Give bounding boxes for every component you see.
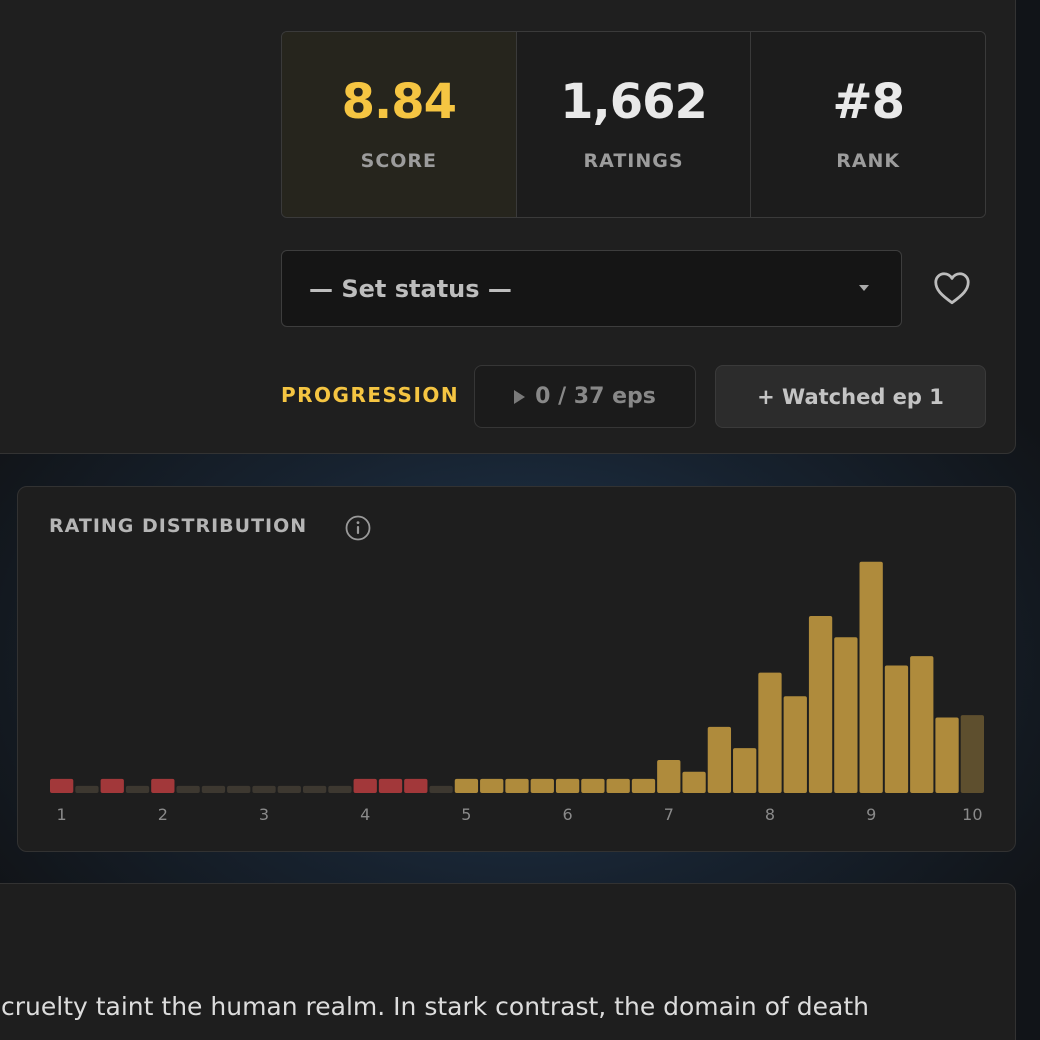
- distribution-bar: [75, 785, 99, 793]
- distribution-bar: [783, 696, 807, 793]
- rank-value: #8: [832, 73, 905, 130]
- distribution-bar: [884, 665, 909, 793]
- distribution-bar: [530, 778, 554, 793]
- score-value: 8.84: [341, 73, 457, 130]
- x-tick-label: 4: [360, 805, 370, 824]
- distribution-bar: [151, 778, 175, 793]
- distribution-bar: [606, 778, 630, 793]
- distribution-bar: [682, 771, 706, 793]
- rating-distribution-panel: RATING DISTRIBUTION 1 2 3 4 5 6 7 8 9 10: [17, 486, 1016, 852]
- distribution-bar: [227, 785, 251, 793]
- distribution-bar: [201, 785, 226, 793]
- distribution-bar: [808, 616, 833, 793]
- distribution-bar: [834, 637, 858, 793]
- x-tick-label: 6: [563, 805, 573, 824]
- distribution-bar: [404, 778, 428, 793]
- distribution-bar: [555, 778, 580, 793]
- episodes-button[interactable]: 0 / 37 eps: [474, 365, 696, 428]
- distribution-bar: [252, 785, 276, 793]
- distribution-bar: [353, 778, 377, 793]
- distribution-bar: [100, 778, 124, 793]
- distribution-bar: [960, 715, 984, 793]
- distribution-bar: [935, 717, 959, 793]
- progression-label: PROGRESSION: [281, 383, 460, 407]
- x-tick-label: 3: [259, 805, 269, 824]
- episodes-count: 0 / 37 eps: [535, 384, 656, 409]
- x-tick-label: 1: [57, 805, 67, 824]
- distribution-bar: [50, 778, 74, 793]
- distribution-bar: [733, 748, 757, 793]
- distribution-bar: [480, 778, 504, 793]
- ratings-value: 1,662: [560, 73, 708, 130]
- distribution-bar: [859, 561, 883, 793]
- distribution-bar: [454, 778, 479, 793]
- x-tick-label: 7: [664, 805, 674, 824]
- distribution-bar: [657, 759, 681, 793]
- stats-row: 8.84 SCORE 1,662 RATINGS #8 RANK: [281, 31, 986, 218]
- status-select[interactable]: — Set status —: [281, 250, 902, 327]
- ratings-stat: 1,662 RATINGS: [515, 32, 751, 217]
- distribution-bar: [505, 778, 529, 793]
- heart-icon[interactable]: [933, 271, 971, 305]
- distribution-bar: [707, 726, 732, 793]
- x-tick-label: 8: [765, 805, 775, 824]
- description-text: cruelty taint the human realm. In stark …: [1, 992, 869, 1021]
- rank-stat: #8 RANK: [750, 32, 985, 217]
- x-tick-label: 9: [866, 805, 876, 824]
- score-stat: 8.84 SCORE: [282, 32, 516, 217]
- distribution-bar: [125, 785, 150, 793]
- rank-label: RANK: [836, 149, 901, 172]
- distribution-bar: [581, 778, 605, 793]
- distribution-bar: [176, 785, 200, 793]
- x-tick-label: 5: [461, 805, 471, 824]
- watched-episode-label: + Watched ep 1: [757, 384, 944, 409]
- distribution-bar: [277, 785, 301, 793]
- chevron-down-icon: [859, 285, 869, 291]
- watched-episode-button[interactable]: + Watched ep 1: [715, 365, 986, 428]
- score-label: SCORE: [360, 149, 438, 172]
- distribution-bar: [758, 672, 782, 793]
- ratings-label: RATINGS: [583, 149, 684, 172]
- play-icon: [514, 389, 526, 404]
- distribution-bar: [429, 785, 453, 793]
- distribution-bar: [328, 785, 352, 793]
- distribution-bar: [631, 778, 656, 793]
- x-tick-label: 10: [962, 805, 982, 824]
- x-tick-label: 2: [158, 805, 168, 824]
- distribution-bar: [302, 785, 327, 793]
- distribution-bar: [910, 656, 934, 793]
- description-panel: cruelty taint the human realm. In stark …: [0, 883, 1016, 1040]
- rating-distribution-chart: 1 2 3 4 5 6 7 8 9 10: [50, 561, 984, 824]
- status-select-value: — Set status —: [309, 274, 512, 303]
- distribution-bar: [378, 778, 403, 793]
